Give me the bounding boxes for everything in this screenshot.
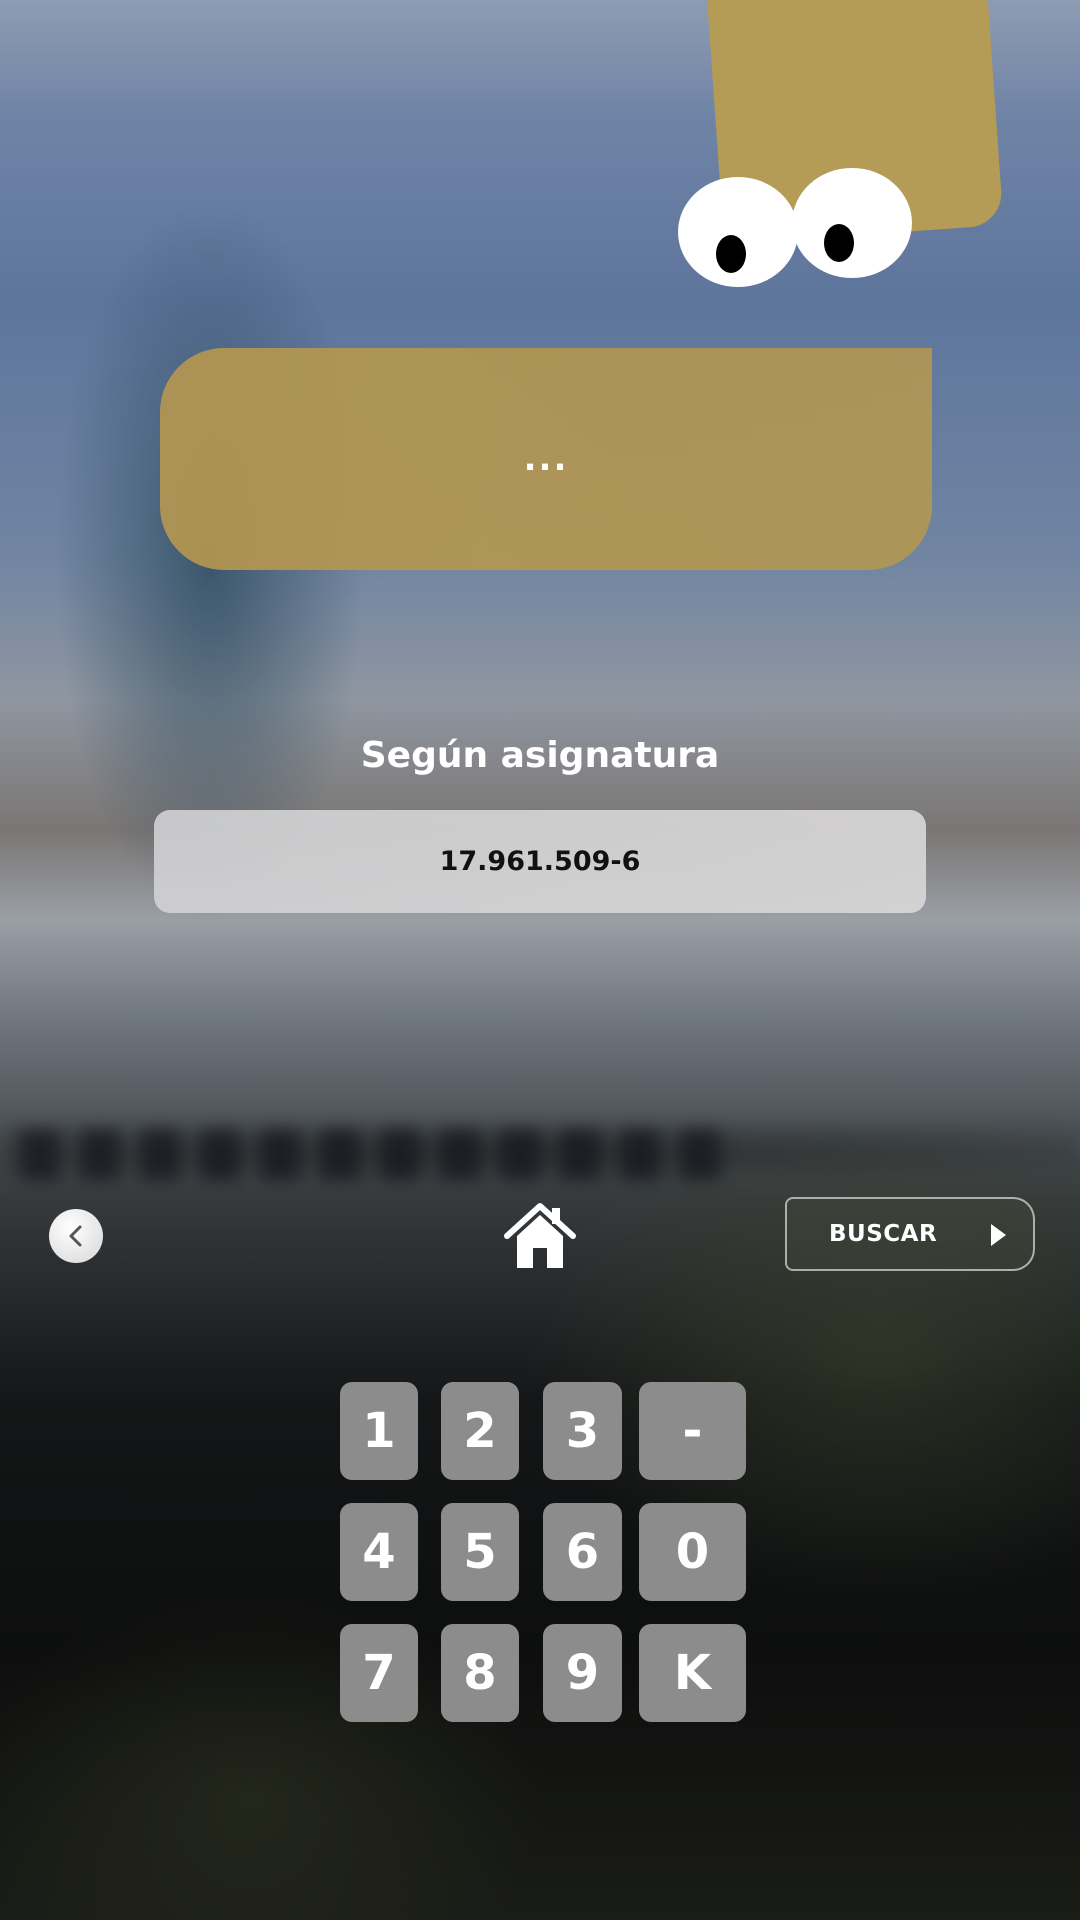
key-dash[interactable]: -	[639, 1382, 746, 1480]
speech-bubble: ...	[160, 348, 932, 570]
speech-bubble-text: ...	[523, 439, 569, 479]
key-2[interactable]: 2	[441, 1382, 519, 1480]
key-8[interactable]: 8	[441, 1624, 519, 1722]
rut-input-field[interactable]: 17.961.509-6	[154, 810, 926, 913]
rut-value: 17.961.509-6	[439, 846, 641, 877]
key-k[interactable]: K	[639, 1624, 746, 1722]
home-button[interactable]	[503, 1200, 577, 1272]
mascot-left-eye	[678, 177, 798, 287]
background-detail	[20, 1130, 720, 1180]
key-3[interactable]: 3	[543, 1382, 622, 1480]
key-6[interactable]: 6	[543, 1503, 622, 1601]
key-4[interactable]: 4	[340, 1503, 418, 1601]
mascot-right-eye	[792, 168, 912, 278]
key-1[interactable]: 1	[340, 1382, 418, 1480]
search-button-label: BUSCAR	[829, 1221, 938, 1247]
back-button[interactable]	[49, 1209, 103, 1263]
key-0[interactable]: 0	[639, 1503, 746, 1601]
mascot-pupil	[824, 224, 854, 262]
key-5[interactable]: 5	[441, 1503, 519, 1601]
home-icon	[504, 1203, 576, 1268]
section-title: Según asignatura	[360, 735, 720, 776]
key-7[interactable]: 7	[340, 1624, 418, 1722]
mascot-pupil	[716, 235, 746, 273]
chevron-left-icon	[69, 1225, 82, 1247]
play-arrow-icon	[991, 1224, 1006, 1246]
key-9[interactable]: 9	[543, 1624, 622, 1722]
search-button[interactable]: BUSCAR	[785, 1197, 1035, 1271]
